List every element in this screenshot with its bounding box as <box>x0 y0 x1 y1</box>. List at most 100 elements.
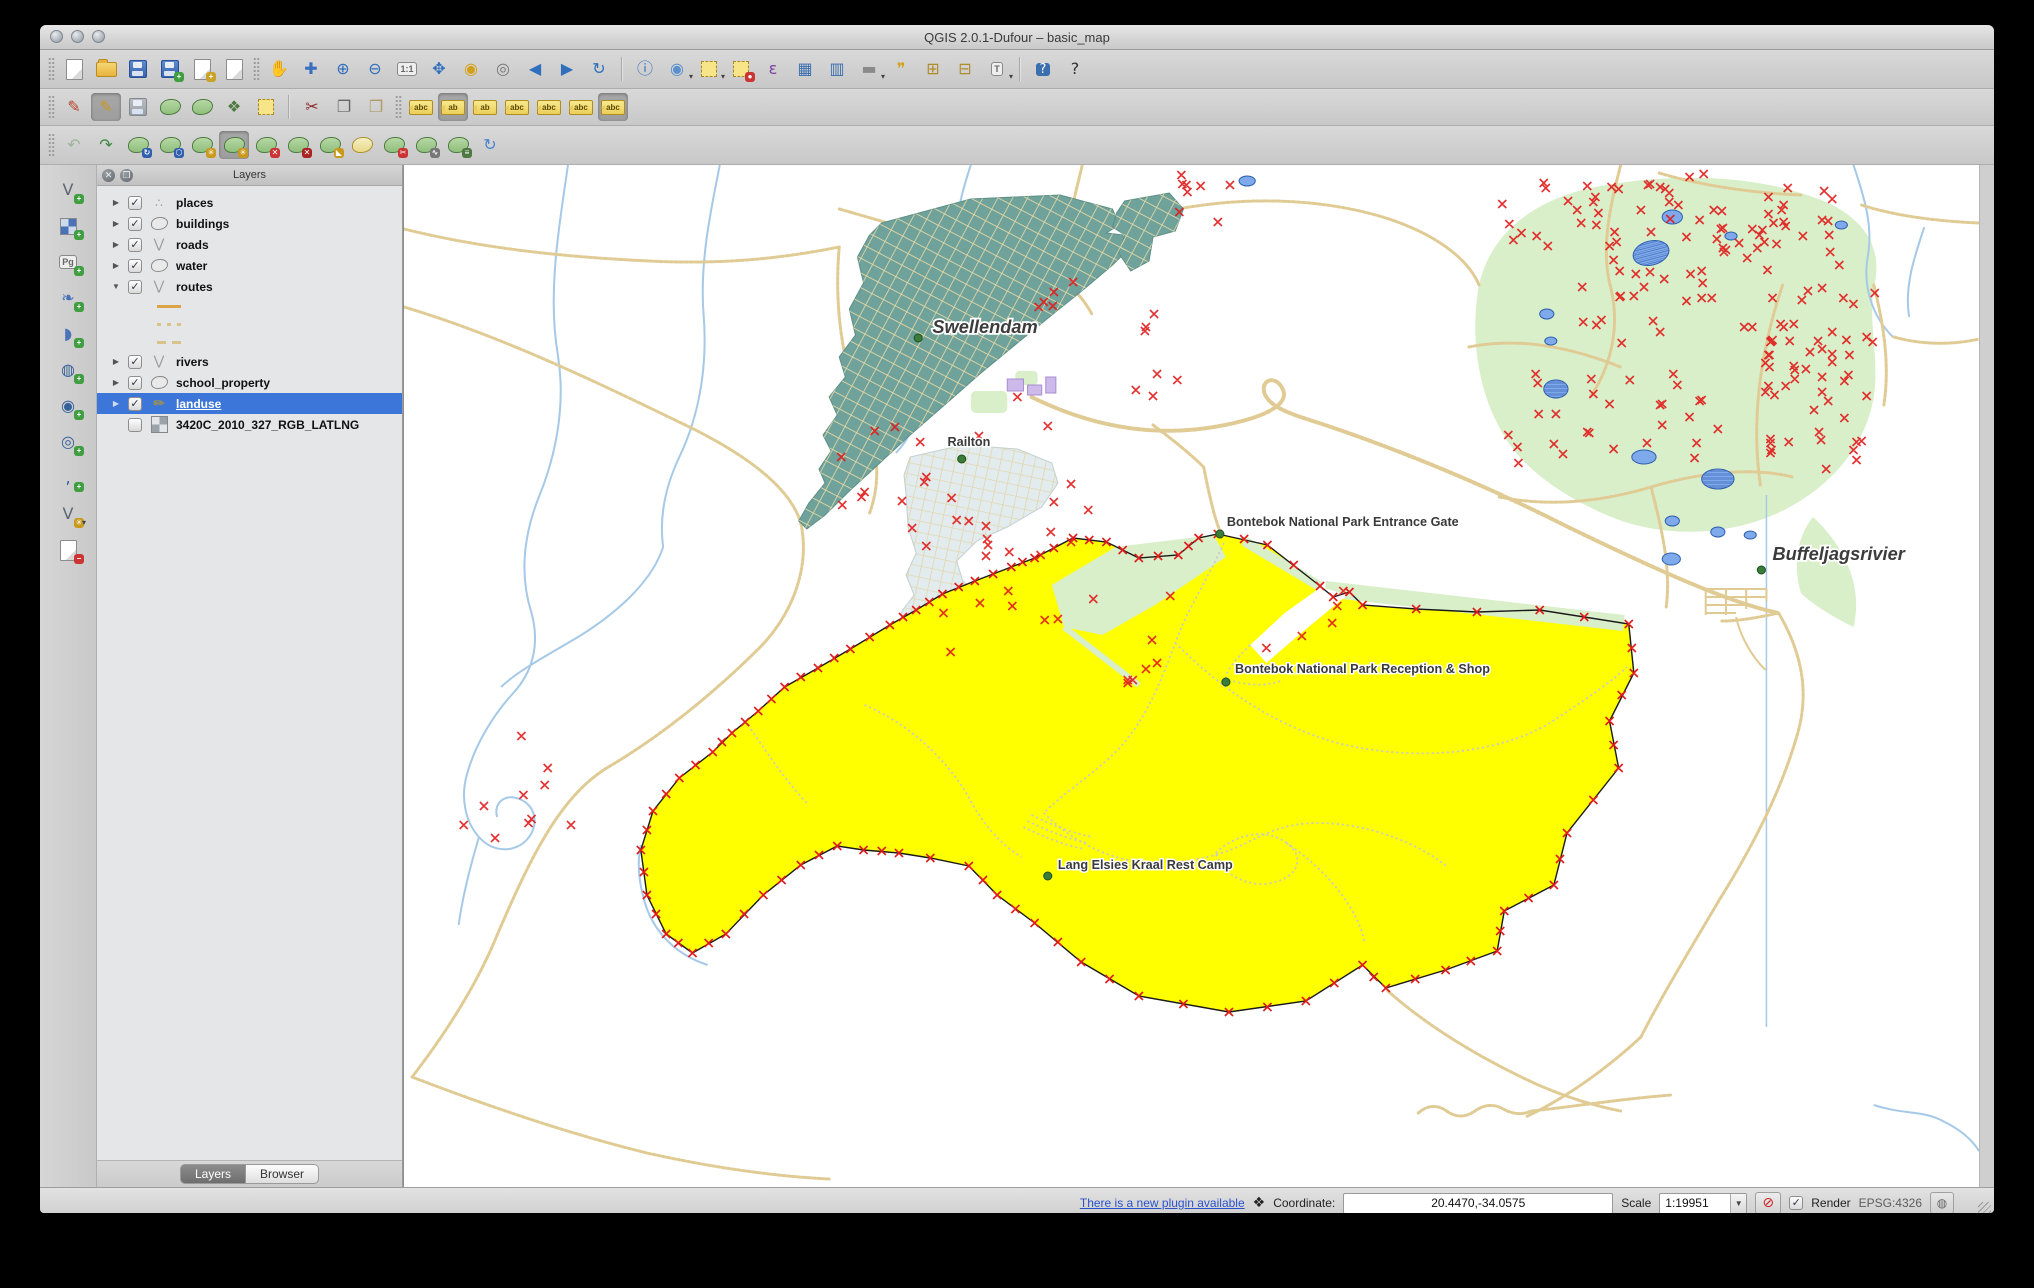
add-raster-layer-button[interactable]: + <box>51 211 85 241</box>
help-contents-button[interactable]: ? <box>1028 55 1058 83</box>
whats-this-button[interactable]: ? <box>1060 55 1090 83</box>
merge-selected-features-button[interactable]: ≡ <box>443 131 473 159</box>
layer-item-water[interactable]: ▶ ✓ water <box>97 255 402 276</box>
add-wfs-layer-button[interactable]: ◎ + <box>51 427 85 457</box>
close-window-button[interactable] <box>50 30 63 43</box>
zoom-window-button[interactable] <box>92 30 105 43</box>
tab-browser[interactable]: Browser <box>246 1164 320 1184</box>
pin-unpin-labels-button[interactable]: ab <box>438 93 468 121</box>
add-wms-layer-button[interactable]: ◍ + <box>51 355 85 385</box>
toggle-editing-button[interactable]: ✎ <box>91 93 121 121</box>
split-parts-button[interactable]: ∿ <box>411 131 441 159</box>
move-feature-button[interactable]: ❖ <box>219 93 249 121</box>
copy-features-button[interactable]: ❐ <box>329 93 359 121</box>
text-annotation-button[interactable]: T ▾ <box>982 55 1013 83</box>
deselect-all-button[interactable]: ● <box>726 55 756 83</box>
save-layer-edits-button[interactable] <box>123 93 153 121</box>
zoom-to-layer-button[interactable]: ◎ <box>488 55 518 83</box>
toolbar-drag-handle[interactable] <box>48 57 55 81</box>
undo-button[interactable]: ↶ <box>59 131 89 159</box>
save-project-button[interactable] <box>123 55 153 83</box>
layer-item-3420C_2010_327_RGB_LATLNG[interactable]: 3420C_2010_327_RGB_LATLNG <box>97 414 402 435</box>
layer-visibility-checkbox[interactable]: ✓ <box>128 237 142 252</box>
save-project-as-button[interactable]: + <box>155 55 185 83</box>
dropdown-caret-icon[interactable]: ▾ <box>881 72 885 81</box>
current-edits-button[interactable]: ✎ <box>59 93 89 121</box>
new-plugin-link[interactable]: There is a new plugin available <box>1080 1196 1245 1210</box>
highlight-pinned-labels-button[interactable]: ab <box>470 93 500 121</box>
paste-features-button[interactable]: ❒ <box>361 93 391 121</box>
open-attribute-table-button[interactable]: ▦ <box>790 55 820 83</box>
layer-visibility-checkbox[interactable]: ✓ <box>128 195 142 210</box>
map-canvas[interactable]: Swellendam Railton Bontebok National Park … <box>403 165 1980 1187</box>
expand-arrow-icon[interactable]: ▶ <box>111 219 121 228</box>
dropdown-caret-icon[interactable]: ▾ <box>82 518 86 527</box>
expand-arrow-icon[interactable]: ▶ <box>111 240 121 249</box>
scale-combobox[interactable]: 1:19951 ▼ <box>1659 1192 1748 1213</box>
layer-visibility-checkbox[interactable]: ✓ <box>128 216 142 231</box>
map-refresh-button[interactable]: ↻ <box>584 55 614 83</box>
delete-ring-button[interactable]: ✕ <box>251 131 281 159</box>
statistical-summary-button[interactable]: ▥ <box>822 55 852 83</box>
render-checkbox[interactable]: ✓ <box>1789 1196 1804 1210</box>
close-panel-icon[interactable]: ✕ <box>102 168 115 182</box>
change-label-properties-button[interactable]: abc <box>598 93 628 121</box>
layer-visibility-checkbox[interactable]: ✓ <box>128 258 142 273</box>
rotate-point-symbols-button[interactable]: ↻ <box>475 131 505 159</box>
show-bookmarks-button[interactable]: ⊟ <box>950 55 980 83</box>
layer-visibility-checkbox[interactable]: ✓ <box>128 396 142 411</box>
cut-features-button[interactable]: ✂ <box>297 93 327 121</box>
simplify-feature-button[interactable]: ⬡ <box>155 131 185 159</box>
new-bookmark-button[interactable]: ⊞ <box>918 55 948 83</box>
add-wcs-layer-button[interactable]: ◉ + <box>51 391 85 421</box>
show-hide-labels-button[interactable]: abc <box>502 93 532 121</box>
toolbar-drag-handle[interactable] <box>48 95 55 119</box>
layer-item-places[interactable]: ▶ ✓ ∴ places <box>97 192 402 213</box>
zoom-next-button[interactable]: ▶ <box>552 55 582 83</box>
add-mssql-layer-button[interactable]: ◗ + <box>51 319 85 349</box>
rotate-label-button[interactable]: abc <box>566 93 596 121</box>
layer-item-roads[interactable]: ▶ ✓ ⋁ roads <box>97 234 402 255</box>
stop-render-button[interactable]: ⊘ <box>1755 1192 1782 1213</box>
measure-button[interactable]: ▬ ▾ <box>854 55 885 83</box>
dropdown-caret-icon[interactable]: ▾ <box>721 72 725 81</box>
expand-arrow-icon[interactable]: ▶ <box>111 399 121 408</box>
chevron-down-icon[interactable]: ▼ <box>1730 1193 1747 1213</box>
layer-item-rivers[interactable]: ▶ ✓ ⋁ rivers <box>97 351 402 372</box>
zoom-native-resolution-button[interactable]: 1:1 <box>392 55 422 83</box>
pan-map-button[interactable]: ✋ <box>264 55 294 83</box>
plugin-manager-icon[interactable]: ❖ <box>1253 1195 1266 1211</box>
dropdown-caret-icon[interactable]: ▾ <box>689 72 693 81</box>
expand-arrow-icon[interactable]: ▶ <box>111 357 121 366</box>
open-project-button[interactable] <box>91 55 121 83</box>
add-vector-layer-button[interactable]: V + <box>51 175 85 205</box>
layer-visibility-checkbox[interactable] <box>128 417 142 432</box>
zoom-out-button[interactable]: ⊖ <box>360 55 390 83</box>
run-feature-action-button[interactable]: ◉ ▾ <box>662 55 693 83</box>
identify-features-button[interactable]: ⓘ <box>630 55 660 83</box>
expand-arrow-icon[interactable]: ▶ <box>111 198 121 207</box>
new-shapefile-layer-button[interactable]: V ✳ ▾ <box>51 499 86 529</box>
map-tips-button[interactable]: ❞ <box>886 55 916 83</box>
composer-manager-button[interactable] <box>219 55 249 83</box>
delete-part-button[interactable]: ✕ <box>283 131 313 159</box>
new-project-button[interactable] <box>59 55 89 83</box>
pan-map-to-selection-button[interactable]: ✚ <box>296 55 326 83</box>
capture-polygon-button[interactable] <box>187 93 217 121</box>
toolbar-drag-handle[interactable] <box>253 57 260 81</box>
select-by-expression-button[interactable]: ε <box>758 55 788 83</box>
add-ring-button[interactable]: ✳ <box>187 131 217 159</box>
add-postgis-layer-button[interactable]: Pg + <box>51 247 85 277</box>
layer-item-buildings[interactable]: ▶ ✓ buildings <box>97 213 402 234</box>
layer-labeling-options-button[interactable]: abc <box>406 93 436 121</box>
minimize-window-button[interactable] <box>71 30 84 43</box>
layer-visibility-checkbox[interactable]: ✓ <box>128 279 142 294</box>
new-print-composer-button[interactable]: + <box>187 55 217 83</box>
remove-layer-button[interactable]: − <box>51 535 85 565</box>
layer-item-school_property[interactable]: ▶ ✓ school_property <box>97 372 402 393</box>
toolbar-drag-handle[interactable] <box>395 95 402 119</box>
rotate-feature-button[interactable]: ↻ <box>123 131 153 159</box>
crs-status-button[interactable]: ◍ <box>1930 1192 1954 1213</box>
zoom-last-button[interactable]: ◀ <box>520 55 550 83</box>
tab-layers[interactable]: Layers <box>179 1164 246 1184</box>
